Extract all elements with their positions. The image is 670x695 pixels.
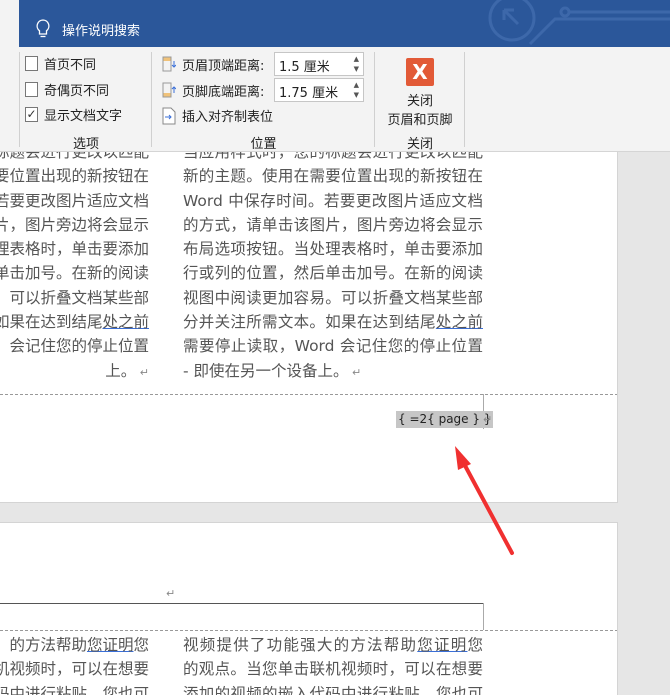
red-arrow-annotation-icon [455, 446, 514, 555]
